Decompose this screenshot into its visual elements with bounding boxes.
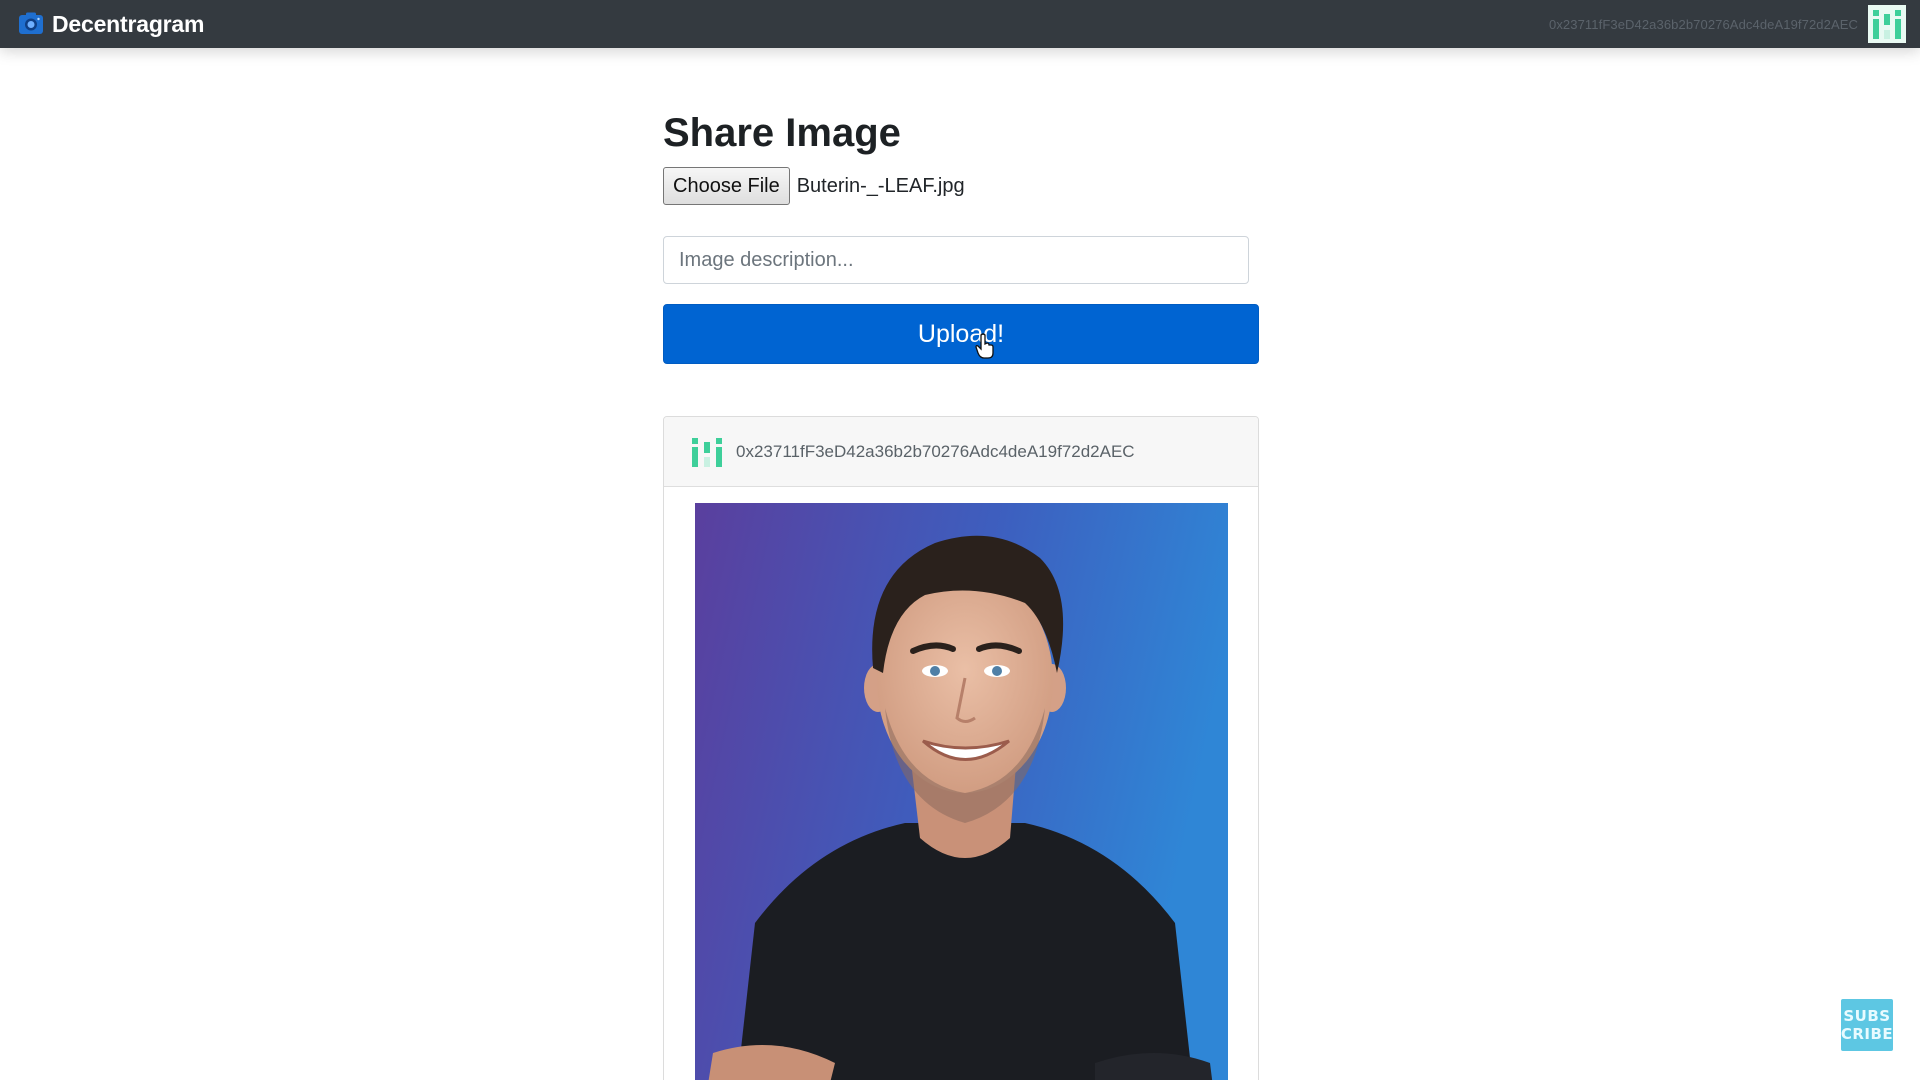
page-title: Share Image — [663, 111, 901, 155]
account-address: 0x23711fF3eD42a36b2b70276Adc4deA19f72d2A… — [1549, 16, 1858, 32]
post-card-header: 0x23711fF3eD42a36b2b70276Adc4deA19f72d2A… — [664, 417, 1258, 487]
identicon-avatar-icon — [1868, 5, 1906, 43]
subscribe-text-line1: SUBS — [1843, 1007, 1891, 1025]
hand-cursor-icon — [975, 333, 994, 359]
identicon-avatar-icon — [692, 437, 722, 467]
post-image — [695, 503, 1228, 1080]
upload-button[interactable]: Upload! — [663, 304, 1259, 364]
subscribe-text-line2: CRIBE — [1840, 1025, 1894, 1043]
camera-icon — [19, 12, 43, 34]
post-card: 0x23711fF3eD42a36b2b70276Adc4deA19f72d2A… — [663, 416, 1259, 1080]
file-picker: Choose File Buterin-_-LEAF.jpg — [663, 167, 965, 205]
selected-file-name: Buterin-_-LEAF.jpg — [796, 174, 965, 197]
image-description-input[interactable] — [663, 236, 1249, 284]
account-area: 0x23711fF3eD42a36b2b70276Adc4deA19f72d2A… — [1549, 5, 1906, 43]
portrait-photo — [695, 503, 1228, 1080]
post-author-address: 0x23711fF3eD42a36b2b70276Adc4deA19f72d2A… — [736, 441, 1135, 461]
choose-file-button[interactable]: Choose File — [663, 167, 790, 205]
brand-link[interactable]: Decentragram — [16, 9, 204, 39]
subscribe-badge[interactable]: SUBS CRIBE — [1841, 999, 1893, 1051]
navbar: Decentragram 0x23711fF3eD42a36b2b70276Ad… — [0, 0, 1920, 48]
brand-name: Decentragram — [52, 10, 205, 37]
